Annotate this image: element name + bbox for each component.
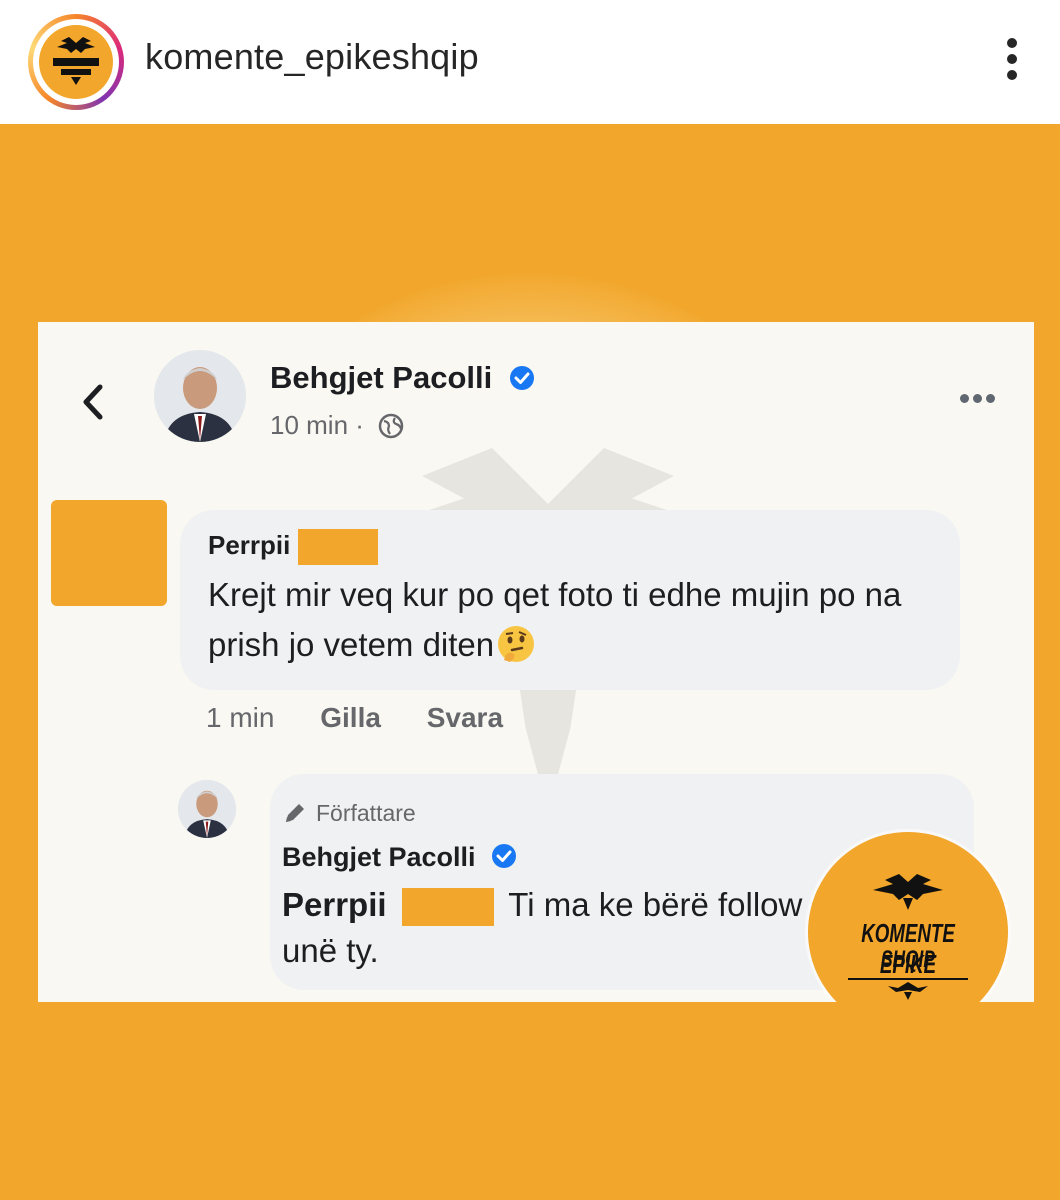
author-badge: Författare [282,800,416,827]
back-arrow-icon[interactable] [78,382,108,422]
globe-icon [378,413,404,439]
facebook-screenshot-card: Behgjet Pacolli 10 min · Perrpii Krejt m… [38,322,1034,1002]
commenter-avatar-redacted[interactable] [51,500,167,606]
eagle-logo-icon [873,874,943,910]
reply-author-avatar[interactable] [178,780,236,838]
eagle-logo-icon [39,25,113,99]
commenter-name[interactable]: Perrpii [208,529,378,565]
thinking-face-icon [498,626,535,662]
post-options-icon[interactable] [956,392,1000,406]
comment-text: Krejt mir veq kur po qet foto ti edhe mu… [208,576,902,663]
comment-actions: 1 min Gilla Svara [206,702,541,734]
pen-icon [286,804,304,822]
eagle-emblem-bottom-icon [848,978,968,1000]
reply-button[interactable]: Svara [427,702,503,733]
verified-badge-icon [509,366,534,390]
verified-badge-icon [492,844,517,868]
author-name[interactable]: Behgjet Pacolli [270,360,535,396]
post-image: Behgjet Pacolli 10 min · Perrpii Krejt m… [0,124,1060,1200]
reply-author-name[interactable]: Behgjet Pacolli [282,842,517,873]
instagram-post-header: komente_epikeshqip [0,0,1060,124]
post-timestamp: 10 min · [270,410,405,441]
author-avatar[interactable] [154,350,246,442]
profile-username[interactable]: komente_epikeshqip [145,36,479,78]
reply-mention[interactable]: Perrpii [282,886,387,923]
vertical-dots-icon[interactable] [990,34,1034,84]
redacted-surname [297,529,378,565]
profile-avatar[interactable] [28,14,124,110]
redacted-surname [401,888,494,927]
comment-time: 1 min [206,702,275,733]
like-button[interactable]: Gilla [320,702,381,733]
stamp-line-2: SHQIP [881,946,935,973]
